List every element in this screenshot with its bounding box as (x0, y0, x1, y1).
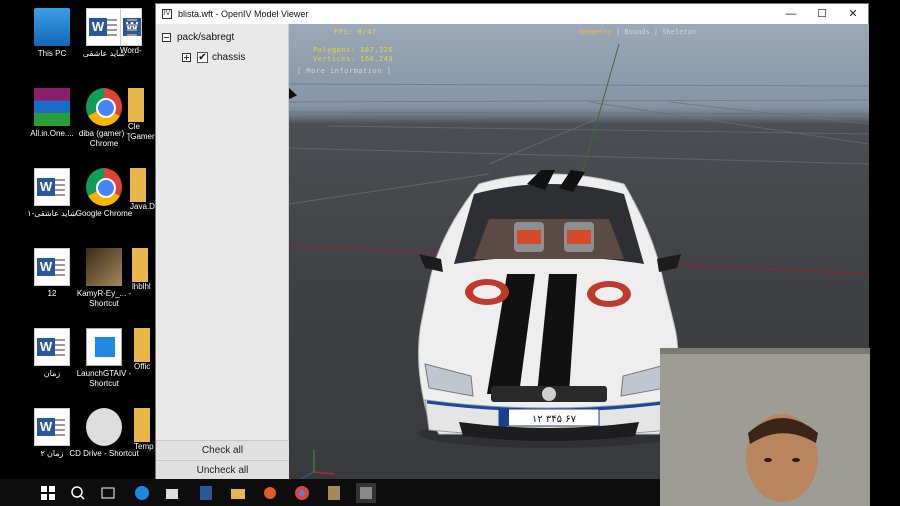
game-taskbar-icon[interactable] (324, 483, 344, 503)
file-explorer-icon[interactable] (228, 483, 248, 503)
chassis-checkbox[interactable]: ✔ (197, 52, 208, 63)
openiv-taskbar-icon[interactable] (356, 483, 376, 503)
recorder-icon[interactable] (260, 483, 280, 503)
desktop-icon-label: KamyR-Ey_... - Shortcut (76, 289, 132, 308)
view-mode-tabs: Geometry | Bounds | Skeleton (578, 28, 697, 36)
word-doc-icon (34, 408, 70, 446)
word-doc-icon (120, 8, 142, 46)
tree-child-label: chassis (212, 52, 246, 63)
tab-skeleton[interactable]: Skeleton (662, 28, 696, 36)
desktop-icon-label: lhblhl (132, 282, 151, 291)
this-pc-icon (34, 8, 70, 46)
collapse-icon[interactable] (162, 33, 171, 42)
tree-child-row[interactable]: ✔ chassis (182, 52, 245, 63)
desktop-icon-kamyr[interactable]: KamyR-Ey_... - Shortcut (66, 248, 142, 309)
word-doc-icon (34, 168, 70, 206)
webcam-overlay (660, 348, 870, 506)
windows-start-icon[interactable] (38, 483, 58, 503)
tree-root-label: pack/sabregt (177, 32, 235, 43)
edge-icon[interactable] (132, 483, 152, 503)
desktop-icon-label: Offic (134, 362, 151, 371)
tab-bounds[interactable]: Bounds (624, 28, 649, 36)
folder-icon (130, 168, 146, 202)
expand-icon[interactable] (182, 53, 191, 62)
game-shortcut-icon (86, 248, 122, 286)
folder-icon (128, 88, 144, 122)
word-taskbar-icon[interactable] (196, 483, 216, 503)
desktop-icon-word[interactable]: Word- (120, 8, 160, 56)
chrome-taskbar-icon[interactable] (292, 483, 312, 503)
license-plate-text: ۱۲ ۳۴۵ ۶۷ (532, 414, 577, 425)
window-title: blista.wft - OpenIV Model Viewer (178, 9, 309, 19)
chrome-icon (86, 168, 122, 206)
desktop-icon-lhblhl[interactable]: lhblhl (132, 248, 156, 292)
folder-icon (134, 408, 150, 442)
more-information-link[interactable]: [ More information ] (297, 67, 391, 75)
uncheck-all-button[interactable]: Uncheck all (156, 460, 289, 480)
hud-vertices: Vertices: 166,243 (313, 55, 394, 63)
minimize-button[interactable]: — (776, 4, 806, 24)
desktop-icon-label: CD Drive - Shortcut (69, 449, 139, 458)
chrome-icon (86, 88, 122, 126)
desktop-icon-cd-drive[interactable]: CD Drive - Shortcut (66, 408, 142, 459)
windows-taskbar (0, 479, 660, 506)
tab-geometry[interactable]: Geometry (578, 28, 612, 36)
desktop-icon-java[interactable]: Java.D (130, 168, 156, 212)
word-doc-icon (34, 328, 70, 366)
close-button[interactable]: ✕ (838, 4, 868, 24)
word-doc-icon (34, 248, 70, 286)
maximize-button[interactable]: ☐ (807, 4, 837, 24)
task-view-icon[interactable] (98, 483, 118, 503)
desktop-icon-temp[interactable]: Temp (134, 408, 156, 452)
desktop-icon-label: Cle [Gamer (128, 122, 155, 141)
model-tree-panel: pack/sabregt ✔ chassis Check all Uncheck… (156, 24, 289, 480)
word-doc-icon (86, 8, 122, 46)
desktop-icon-label: Word- (120, 46, 142, 55)
desktop-icon-label: Temp (134, 442, 154, 451)
desktop-icon-label: LaunchGTAIV - Shortcut (76, 369, 132, 388)
hud-fps: FPS: 8/47 (334, 28, 377, 36)
window-titlebar[interactable]: IV blista.wft - OpenIV Model Viewer — ☐ … (156, 4, 868, 24)
winrar-icon (34, 88, 70, 126)
search-icon[interactable] (68, 483, 88, 503)
dvd-drive-icon (86, 408, 122, 446)
desktop-icon-launchgtaiv[interactable]: LaunchGTAIV - Shortcut (66, 328, 142, 389)
webcam-person-image (660, 348, 870, 506)
desktop-icon-cle[interactable]: Cle [Gamer (128, 88, 156, 142)
folder-icon (132, 248, 148, 282)
tree-root-row[interactable]: pack/sabregt (162, 32, 234, 43)
check-all-button[interactable]: Check all (156, 440, 289, 460)
store-icon[interactable] (162, 483, 182, 503)
openiv-app-icon: IV (162, 9, 172, 19)
desktop-icon-label: Java.D (130, 202, 155, 211)
desktop-screen: This PC All.in.One.... شاید عاشقی-۱ 12 ز… (0, 0, 900, 506)
launcher-icon (86, 328, 122, 366)
folder-icon (134, 328, 150, 362)
hud-polygons: Polygons: 187,326 (313, 46, 394, 54)
desktop-icon-office[interactable]: Offic (134, 328, 156, 372)
car-model: ۱۲ ۳۴۵ ۶۷ (418, 170, 681, 448)
